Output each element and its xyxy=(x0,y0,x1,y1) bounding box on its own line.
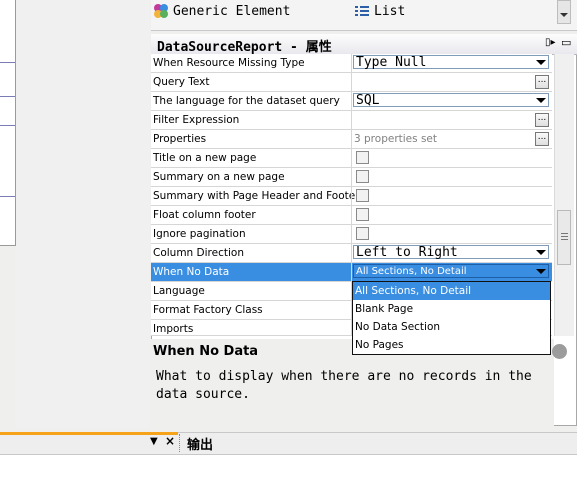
ellipsis-button[interactable]: ... xyxy=(535,75,549,89)
combo-value: Left to Right xyxy=(356,245,458,260)
property-name: Summary on a new page xyxy=(153,171,285,183)
property-row[interactable]: Properties 3 properties set ... xyxy=(151,130,552,149)
chevron-down-icon xyxy=(536,98,546,103)
property-name: Query Text xyxy=(153,76,210,88)
active-tab-indicator xyxy=(0,432,178,435)
chevron-down-icon xyxy=(536,60,546,65)
combo-value: All Sections, No Detail xyxy=(356,266,467,277)
panel-menu-icon[interactable]: ▯▸ xyxy=(545,37,556,48)
property-value: 3 properties set xyxy=(354,133,437,145)
property-name: When No Data xyxy=(153,266,230,278)
band-line xyxy=(0,96,15,97)
property-row[interactable]: The language for the dataset query SQL xyxy=(151,92,552,111)
panel-minimize-icon[interactable]: ▭ xyxy=(561,36,571,49)
scrollbar-thumb[interactable] xyxy=(557,210,571,265)
property-name: Language xyxy=(153,285,205,297)
checkbox[interactable] xyxy=(356,170,369,183)
list-icon xyxy=(355,6,369,16)
description-text: What to display when there are no record… xyxy=(156,369,532,402)
dropdown-option[interactable]: Blank Page xyxy=(353,300,550,318)
property-name: Column Direction xyxy=(153,247,244,259)
properties-scrollbar[interactable] xyxy=(554,54,574,336)
dropdown-option[interactable]: No Data Section xyxy=(353,318,550,336)
checkbox[interactable] xyxy=(356,227,369,240)
tab-menu-icon[interactable]: ▼ xyxy=(150,436,158,447)
bottom-tab-bar xyxy=(0,432,577,455)
output-panel xyxy=(0,454,577,486)
ellipsis-button[interactable]: ... xyxy=(535,132,549,146)
property-name: Title on a new page xyxy=(153,152,257,164)
property-combo[interactable]: Type Null xyxy=(353,55,549,70)
dropdown-list[interactable]: All Sections, No Detail Blank Page No Da… xyxy=(352,281,551,355)
property-name: Filter Expression xyxy=(153,114,240,126)
description-title: When No Data xyxy=(153,344,259,359)
property-combo-open[interactable]: All Sections, No Detail xyxy=(353,264,549,278)
report-page-edge xyxy=(0,0,16,246)
palette-item-label: List xyxy=(374,3,406,19)
property-name: The language for the dataset query xyxy=(153,95,340,107)
ellipsis-button[interactable]: ... xyxy=(535,113,549,127)
property-row[interactable]: Query Text ... xyxy=(151,73,552,92)
checkbox[interactable] xyxy=(356,208,369,221)
close-icon[interactable]: × xyxy=(165,434,175,448)
palette-item-generic-element[interactable]: Generic Element xyxy=(153,0,290,22)
combo-value: Type Null xyxy=(356,55,427,70)
dropdown-option[interactable]: All Sections, No Detail xyxy=(353,282,550,300)
palette-element-icon xyxy=(154,4,168,18)
checkbox[interactable] xyxy=(356,151,369,164)
tab-output[interactable]: 输出 xyxy=(187,434,213,453)
property-name: Summary with Page Header and Footer xyxy=(153,190,360,202)
property-name: When Resource Missing Type xyxy=(153,57,305,69)
property-name: Float column footer xyxy=(153,209,256,221)
combo-value: SQL xyxy=(356,93,380,108)
chevron-down-icon xyxy=(536,250,546,255)
property-row[interactable]: Summary with Page Header and Footer xyxy=(151,187,552,206)
property-row-selected[interactable]: When No Data All Sections, No Detail xyxy=(151,263,552,282)
dropdown-option[interactable]: No Pages xyxy=(353,336,550,354)
property-row[interactable]: Float column footer xyxy=(151,206,552,225)
description-toggle-button[interactable] xyxy=(552,344,567,359)
property-combo[interactable]: SQL xyxy=(353,93,549,108)
band-line xyxy=(0,196,15,197)
properties-titlebar: DataSourceReport - 属性 ▯▸ ▭ xyxy=(151,34,577,55)
band-line xyxy=(0,62,15,63)
property-row[interactable]: Column Direction Left to Right xyxy=(151,244,552,263)
band-line xyxy=(0,125,15,126)
chevron-down-icon xyxy=(536,269,546,274)
property-row[interactable]: When Resource Missing Type Type Null xyxy=(151,54,552,73)
palette-scrollbar[interactable] xyxy=(557,0,571,24)
property-combo[interactable]: Left to Right xyxy=(353,245,549,260)
checkbox[interactable] xyxy=(356,189,369,202)
report-canvas-area xyxy=(15,0,150,428)
property-name: Properties xyxy=(153,133,207,145)
property-row[interactable]: Title on a new page xyxy=(151,149,552,168)
property-row[interactable]: Ignore pagination xyxy=(151,225,552,244)
property-name: Ignore pagination xyxy=(153,228,246,240)
palette-item-list[interactable]: List xyxy=(354,0,405,22)
property-name: Imports xyxy=(153,323,194,335)
property-name: Format Factory Class xyxy=(153,304,263,316)
palette-item-label: Generic Element xyxy=(173,3,291,19)
property-row[interactable]: Filter Expression ... xyxy=(151,111,552,130)
panel-title: DataSourceReport - 属性 xyxy=(157,40,332,55)
property-row[interactable]: Summary on a new page xyxy=(151,168,552,187)
tab-divider xyxy=(179,434,181,452)
